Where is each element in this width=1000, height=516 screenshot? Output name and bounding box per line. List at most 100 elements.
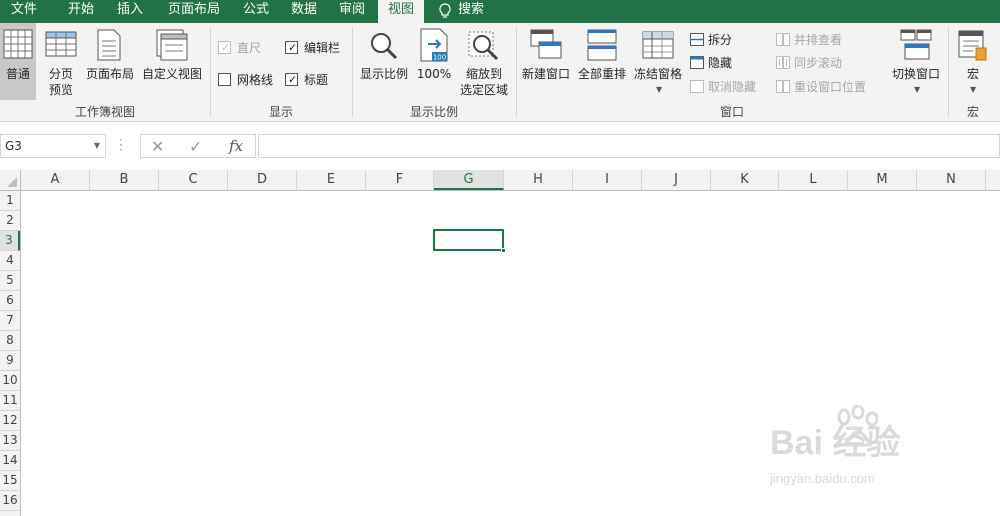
gridlines-check-box	[218, 73, 231, 86]
formula-input[interactable]	[258, 134, 1000, 158]
zoom-100-button[interactable]: 100 100%	[414, 23, 454, 100]
search-button[interactable]: 搜索	[455, 0, 487, 23]
group-label-window: 窗口	[719, 105, 744, 119]
gridlines-label: 网格线	[237, 73, 274, 87]
headings-checkbox[interactable]: ✓ 标题	[285, 70, 328, 90]
group-label-zoom: 显示比例	[409, 105, 458, 119]
row-header-4[interactable]: 4	[0, 251, 20, 271]
tab-data[interactable]: 数据	[284, 0, 324, 23]
custom-views-icon	[156, 29, 188, 61]
unhide-button[interactable]: 取消隐藏	[690, 77, 756, 97]
ribbon-tab-bar: 文件 开始 插入 页面布局 公式 数据 审阅 视图 搜索	[0, 0, 1000, 24]
enter-icon[interactable]: ✓	[189, 137, 202, 156]
view-side-by-side-button[interactable]: 并排查看	[776, 30, 842, 50]
formula-bar-checkbox[interactable]: ✓ 编辑栏	[285, 38, 340, 58]
column-header-i[interactable]: I	[573, 170, 642, 190]
hide-button[interactable]: 隐藏	[690, 53, 732, 73]
row-header-7[interactable]: 7	[0, 311, 20, 331]
normal-view-button[interactable]: 普通	[0, 23, 36, 100]
active-cell-g3[interactable]	[433, 229, 506, 253]
row-header-14[interactable]: 14	[0, 451, 20, 471]
ruler-check-box: ✓	[218, 41, 231, 54]
column-header-g[interactable]: G	[434, 170, 504, 190]
row-header-8[interactable]: 8	[0, 331, 20, 351]
zoom-selection-icon	[468, 31, 499, 61]
row-header-13[interactable]: 13	[0, 431, 20, 451]
formula-bar: G3 ▼ · · · ✕ ✓ fx	[0, 130, 1000, 163]
new-window-button[interactable]: 新建窗口	[518, 23, 574, 100]
side-by-side-icon	[776, 33, 790, 46]
column-header-c[interactable]: C	[159, 170, 228, 190]
column-header-n[interactable]: N	[917, 170, 986, 190]
synchronous-scrolling-button[interactable]: 同步滚动	[776, 53, 842, 73]
page-break-label-1: 分页	[48, 67, 73, 81]
zoom-100-icon: 100	[420, 28, 448, 62]
select-all-triangle-icon	[7, 177, 17, 187]
row-header-16[interactable]: 16	[0, 491, 20, 511]
custom-views-label: 自定义视图	[141, 67, 202, 81]
column-header-l[interactable]: L	[779, 170, 848, 190]
row-header-1[interactable]: 1	[0, 191, 20, 211]
formula-bar-label: 编辑栏	[304, 41, 341, 55]
arrange-all-button[interactable]: 全部重排	[574, 23, 630, 100]
zoom-100-icon-text: 100	[433, 54, 446, 62]
switch-windows-label: 切换窗口	[891, 67, 940, 81]
fill-handle[interactable]	[501, 248, 506, 253]
column-header-e[interactable]: E	[297, 170, 366, 190]
tab-formulas[interactable]: 公式	[236, 0, 276, 23]
normal-view-icon	[3, 29, 33, 59]
row-header-10[interactable]: 10	[0, 371, 20, 391]
row-header-11[interactable]: 11	[0, 391, 20, 411]
row-header-3[interactable]: 3	[0, 231, 20, 251]
zoom-button[interactable]: 显示比例	[356, 23, 412, 100]
ruler-checkbox[interactable]: ✓ 直尺	[218, 38, 261, 58]
column-header-k[interactable]: K	[711, 170, 779, 190]
magnifier-icon	[371, 33, 398, 60]
insert-function-icon[interactable]: fx	[229, 137, 243, 155]
watermark-brand: Bai 经验	[770, 424, 901, 462]
hide-window-icon	[690, 56, 704, 69]
row-header-12[interactable]: 12	[0, 411, 20, 431]
row-header-9[interactable]: 9	[0, 351, 20, 371]
column-header-m[interactable]: M	[848, 170, 917, 190]
select-all-corner[interactable]	[0, 170, 21, 191]
column-header-d[interactable]: D	[228, 170, 297, 190]
reset-window-position-button[interactable]: 重设窗口位置	[776, 77, 866, 97]
freeze-panes-dropdown-icon: ▼	[656, 85, 663, 94]
gridlines-checkbox[interactable]: 网格线	[218, 70, 273, 90]
row-header-5[interactable]: 5	[0, 271, 20, 291]
cancel-icon[interactable]: ✕	[151, 137, 164, 156]
split-button[interactable]: 拆分	[690, 30, 732, 50]
group-label-workbook-views: 工作簿视图	[74, 105, 135, 119]
row-headers: 1 2 3 4 5 6 7 8 9 10 11 12 13 14 15 16	[0, 191, 21, 516]
column-header-h[interactable]: H	[504, 170, 573, 190]
formula-bar-grip-icon[interactable]: · · ·	[119, 134, 123, 156]
freeze-panes-button[interactable]: 冻结窗格 ▼	[630, 23, 686, 100]
page-break-preview-button[interactable]: 分页 预览	[40, 23, 82, 100]
name-box[interactable]: G3 ▼	[0, 134, 106, 158]
row-header-15[interactable]: 15	[0, 471, 20, 491]
hide-label: 隐藏	[708, 56, 733, 70]
zoom-to-selection-button[interactable]: 缩放到 选定区域	[456, 23, 512, 100]
row-header-6[interactable]: 6	[0, 291, 20, 311]
split-label: 拆分	[708, 33, 733, 47]
column-header-f[interactable]: F	[366, 170, 434, 190]
tab-page-layout[interactable]: 页面布局	[158, 0, 230, 23]
column-header-a[interactable]: A	[21, 170, 90, 190]
name-box-dropdown-icon[interactable]: ▼	[94, 135, 100, 157]
tab-insert[interactable]: 插入	[108, 0, 152, 23]
macros-button[interactable]: 宏 ▼	[950, 23, 996, 100]
column-header-b[interactable]: B	[90, 170, 159, 190]
row-header-2[interactable]: 2	[0, 211, 20, 231]
custom-views-button[interactable]: 自定义视图	[138, 23, 206, 100]
tab-home[interactable]: 开始	[56, 0, 106, 23]
tab-file[interactable]: 文件	[0, 0, 48, 23]
page-layout-icon	[97, 29, 121, 61]
page-break-icon	[45, 31, 77, 57]
tab-review[interactable]: 审阅	[332, 0, 372, 23]
switch-windows-button[interactable]: 切换窗口 ▼	[886, 23, 946, 100]
tab-view[interactable]: 视图	[378, 0, 424, 24]
page-layout-button[interactable]: 页面布局	[82, 23, 138, 100]
column-headers: A B C D E F G H I J K L M N	[21, 170, 1000, 191]
column-header-j[interactable]: J	[642, 170, 711, 190]
